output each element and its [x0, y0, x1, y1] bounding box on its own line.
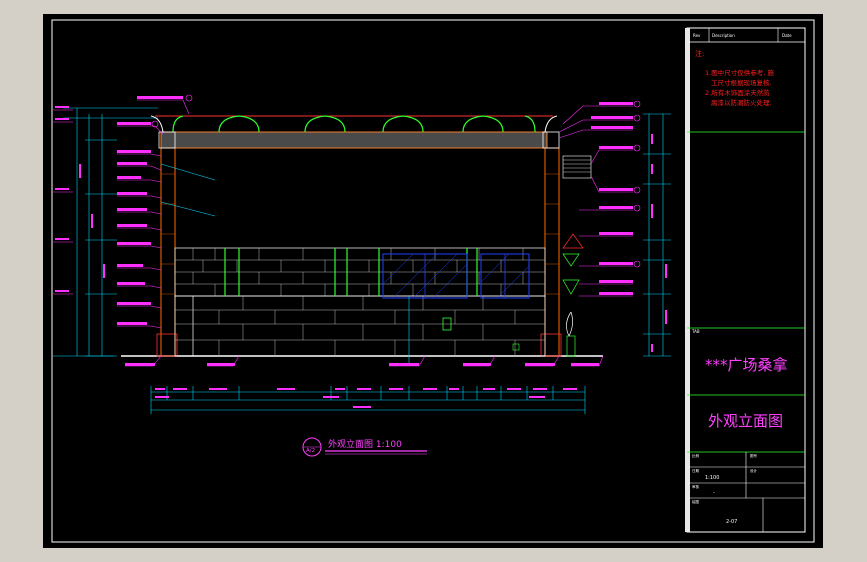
planter-ornament — [562, 155, 592, 357]
drawing-title: 外观立面图 1:100 — [328, 438, 402, 450]
scale-value: 1:100 — [705, 475, 719, 481]
drawing-name: 外观立面图 — [708, 412, 783, 430]
header-cell-description: Description — [712, 33, 735, 38]
bottom-dimension-chains — [150, 386, 586, 414]
note-line-3: 2.所有木饰面涂天然防 — [705, 88, 770, 97]
title-block: Rev Description Date 注: 1.图中尺寸仅供参考, 施 工尺… — [685, 27, 806, 533]
sheet-number: 2-07 — [726, 519, 737, 525]
building-elevation — [121, 115, 603, 366]
dimension-tick-labels — [155, 388, 577, 408]
elevation-drawing: Rev Description Date 注: 1.图中尺寸仅供参考, 施 工尺… — [51, 19, 815, 543]
column-right — [544, 147, 560, 357]
drawing-title-group: A/2 外观立面图 1:100 — [302, 437, 427, 457]
header-cell-rev: Rev — [693, 33, 701, 38]
dash-value: - — [713, 490, 715, 496]
cornice-beam — [160, 131, 548, 149]
left-dimension-chains — [53, 107, 158, 357]
right-leader-lines — [558, 105, 633, 297]
row-label-scale: 比例 — [692, 453, 700, 458]
note-line-4: 腐漆以防潮防火处理. — [711, 98, 772, 107]
cad-drawing-sheet: Rev Description Date 注: 1.图中尺寸仅供参考, 施 工尺… — [43, 14, 823, 548]
title-block-strip — [685, 28, 690, 532]
row-label-design: 设计 — [750, 468, 758, 473]
header-cell-date: Date — [782, 33, 792, 38]
note-line-2: 工尺寸根据现场复核. — [711, 78, 772, 87]
bottom-label-bars — [125, 363, 599, 366]
section-tag: TAB — [691, 329, 700, 334]
project-name: ***广场桑拿 — [705, 356, 788, 374]
glass-panels — [382, 253, 530, 299]
row-label-number: 图号 — [750, 453, 758, 458]
note-line-1: 1.图中尺寸仅供参考, 施 — [705, 68, 774, 77]
wall-lower-band — [174, 295, 546, 357]
row-label-drafter: 绘图 — [692, 499, 700, 504]
notes-label: 注: — [695, 49, 704, 58]
column-left — [160, 147, 176, 357]
left-level-markers — [53, 109, 73, 295]
pergola-arches — [172, 115, 536, 133]
drawing-tag: A/2 — [306, 448, 315, 454]
row-label-date: 日期 — [692, 468, 700, 473]
row-label-check: 审核 — [692, 484, 700, 489]
